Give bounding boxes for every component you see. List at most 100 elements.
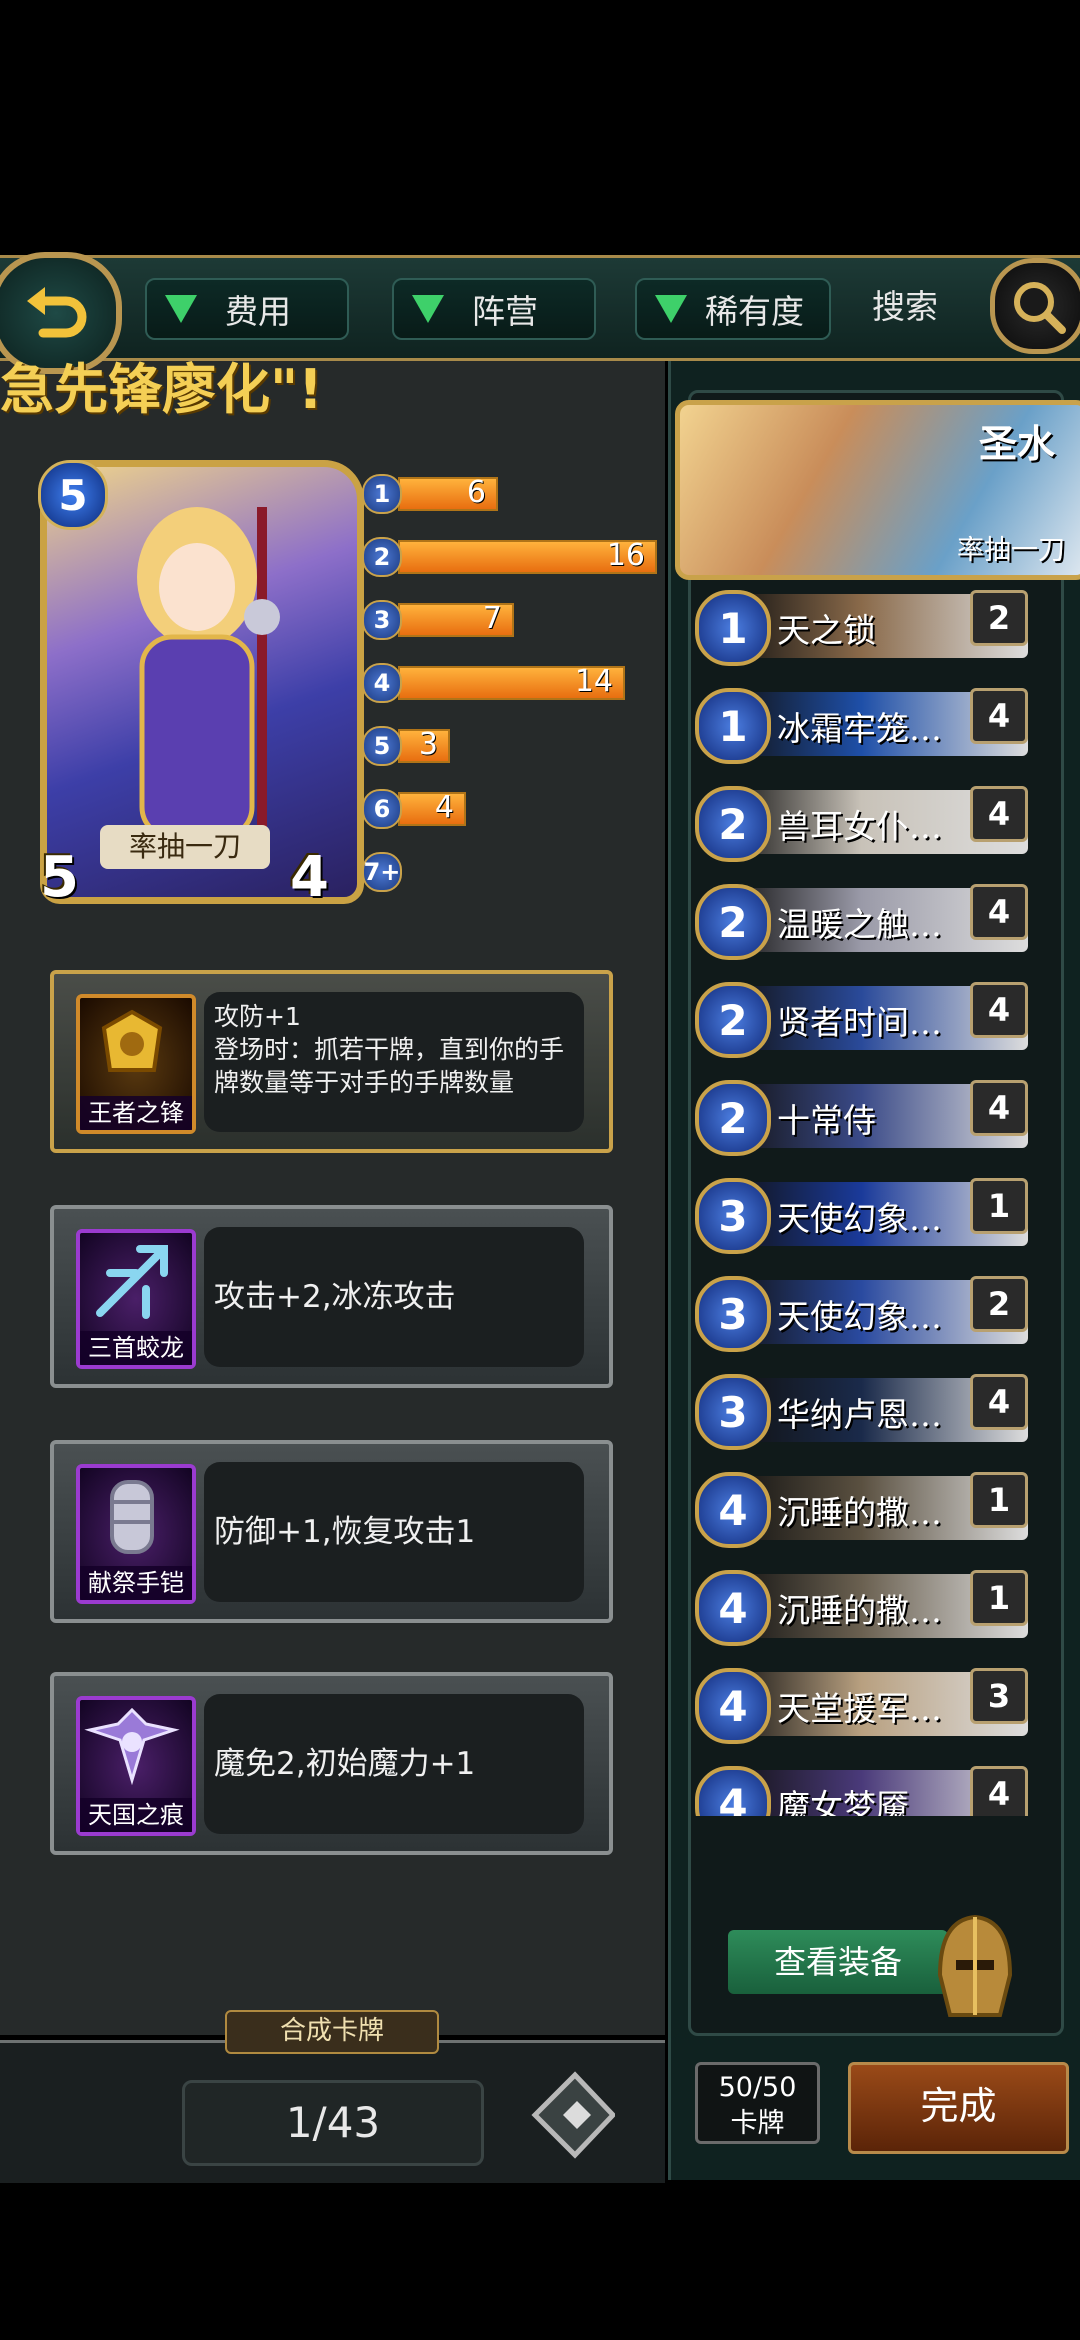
deck-card-cost: 1 <box>695 688 771 764</box>
deck-card-cost: 3 <box>695 1178 771 1254</box>
equipment-name: 天国之痕 <box>80 1798 192 1832</box>
equipment-slot-4[interactable]: 天国之痕 魔免2,初始魔力+1 <box>50 1672 613 1855</box>
cost-curve-count-label: 16 <box>606 538 645 573</box>
cost-curve-cost-label: 1 <box>362 474 402 514</box>
deck-card-count: 4 <box>970 688 1028 744</box>
compose-cards-tab[interactable]: 合成卡牌 <box>225 2010 439 2054</box>
cost-curve-cost-label: 2 <box>362 537 402 577</box>
hero-name-label: 率抽一刀 <box>100 825 270 869</box>
deck-card-count: 1 <box>970 1570 1028 1626</box>
deck-card-row[interactable]: 3 天使幻象… 2 <box>695 1276 1028 1352</box>
cost-curve-cost-label: 3 <box>362 600 402 640</box>
deck-card-count: 4 <box>970 884 1028 940</box>
deck-card-row[interactable]: 4 沉睡的撒… 1 <box>695 1570 1028 1646</box>
equipment-slot-1[interactable]: 王者之锋 攻防+1 登场时：抓若干牌，直到你的手牌数量等于对手的手牌数量 <box>50 970 613 1153</box>
deck-card-count: 1 <box>970 1472 1028 1528</box>
cost-curve-row: 64 <box>362 789 466 829</box>
next-page-button[interactable] <box>525 2065 617 2165</box>
deck-hero-title: 圣水 <box>978 421 1055 466</box>
page-indicator: 1/43 <box>182 2080 484 2166</box>
deck-card-cost: 3 <box>695 1276 771 1352</box>
filter-faction-label: 阵营 <box>472 292 538 331</box>
cost-curve-bar: 3 <box>398 727 450 763</box>
deck-card-row[interactable]: 1 天之锁 2 <box>695 590 1028 666</box>
deck-card-row[interactable]: 3 天使幻象… 1 <box>695 1178 1028 1254</box>
deck-size-count: 50/50 <box>718 2072 797 2103</box>
search-label: 搜索 <box>872 287 938 326</box>
deck-card-row[interactable]: 2 十常侍 4 <box>695 1080 1028 1156</box>
deck-card-row[interactable]: 2 贤者时间… 4 <box>695 982 1028 1058</box>
deck-card-row[interactable]: 1 冰霜牢笼… 4 <box>695 688 1028 764</box>
cost-curve-row: 7+ <box>362 852 402 892</box>
filter-cost-button[interactable]: 费用 <box>145 278 349 340</box>
deck-card-cost: 1 <box>695 590 771 666</box>
equipment-slot-2[interactable]: 三首蛟龙 攻击+2,冰冻攻击 <box>50 1205 613 1388</box>
cost-curve-cost-label: 4 <box>362 663 402 703</box>
deck-card-count: 4 <box>970 786 1028 842</box>
deck-size-unit: 卡牌 <box>730 2108 785 2139</box>
deck-hero-banner[interactable]: 圣水 率抽一刀 <box>675 400 1080 580</box>
deck-card-name: 温暖之触… <box>777 905 942 944</box>
cost-curve-row: 37 <box>362 600 514 640</box>
deck-card-row[interactable]: 4 魔女梦魇 4 <box>695 1766 1028 1816</box>
deck-card-count: 4 <box>970 1766 1028 1816</box>
deck-card-count: 3 <box>970 1668 1028 1724</box>
deck-card-cost: 4 <box>695 1668 771 1744</box>
cost-curve-bar: 14 <box>398 664 625 700</box>
equipment-description: 魔免2,初始魔力+1 <box>204 1694 584 1834</box>
deck-card-row[interactable]: 4 沉睡的撒… 1 <box>695 1472 1028 1548</box>
cost-curve-bar: 4 <box>398 790 466 826</box>
view-equipment-button[interactable]: 查看装备 <box>728 1930 948 1994</box>
cost-curve-count-label: 6 <box>466 475 486 510</box>
deck-card-name: 天使幻象… <box>777 1199 942 1238</box>
deck-card-cost: 2 <box>695 884 771 960</box>
equipment-description: 攻击+2,冰冻攻击 <box>204 1227 584 1367</box>
cost-curve-cost-label: 7+ <box>362 852 402 892</box>
equipment-name: 王者之锋 <box>80 1096 192 1130</box>
deck-card-cost: 2 <box>695 1080 771 1156</box>
deck-card-count: 4 <box>970 1080 1028 1136</box>
wing-emblem-icon: 天国之痕 <box>76 1696 196 1836</box>
deck-card-cost: 2 <box>695 786 771 862</box>
deck-card-name: 华纳卢恩… <box>777 1395 942 1434</box>
deck-card-row[interactable]: 4 天堂援军… 3 <box>695 1668 1028 1744</box>
deck-hero-subtitle: 率抽一刀 <box>957 535 1065 566</box>
filter-rarity-label: 稀有度 <box>705 292 804 331</box>
equipment-description: 防御+1,恢复攻击1 <box>204 1462 584 1602</box>
deck-card-name: 沉睡的撒… <box>777 1591 942 1630</box>
cost-curve-count-label: 7 <box>482 601 502 636</box>
deck-card-row[interactable]: 3 华纳卢恩… 4 <box>695 1374 1028 1450</box>
search-button[interactable] <box>990 258 1080 354</box>
deck-card-cost: 4 <box>695 1570 771 1646</box>
cost-curve-bar: 6 <box>398 475 498 511</box>
deck-card-name: 冰霜牢笼… <box>777 709 942 748</box>
hero-attack-value: 5 <box>40 845 79 910</box>
equipment-name: 献祭手铠 <box>80 1566 192 1600</box>
hero-health-value: 4 <box>290 845 329 910</box>
done-button[interactable]: 完成 <box>848 2062 1069 2154</box>
deck-card-row[interactable]: 2 兽耳女仆… 4 <box>695 786 1028 862</box>
deck-card-cost: 2 <box>695 982 771 1058</box>
cost-curve-count-label: 14 <box>574 664 613 699</box>
equipment-description: 攻防+1 登场时：抓若干牌，直到你的手牌数量等于对手的手牌数量 <box>204 992 584 1132</box>
magnifier-icon <box>1014 282 1066 334</box>
dropdown-triangle-icon <box>165 295 197 323</box>
knight-portrait-icon <box>137 507 280 847</box>
deck-card-row[interactable]: 2 温暖之触… 4 <box>695 884 1028 960</box>
cost-curve-count-label: 3 <box>418 727 438 762</box>
deck-card-name: 天使幻象… <box>777 1297 942 1336</box>
equipment-slot-3[interactable]: 献祭手铠 防御+1,恢复攻击1 <box>50 1440 613 1623</box>
filter-rarity-button[interactable]: 稀有度 <box>635 278 831 340</box>
deck-card-count: 2 <box>970 1276 1028 1332</box>
cost-curve-row: 16 <box>362 474 498 514</box>
lion-crown-icon: 王者之锋 <box>76 994 196 1134</box>
deck-size-indicator: 50/50 卡牌 <box>695 2062 820 2144</box>
gauntlet-icon: 献祭手铠 <box>76 1464 196 1604</box>
filter-faction-button[interactable]: 阵营 <box>392 278 596 340</box>
trident-icon: 三首蛟龙 <box>76 1229 196 1369</box>
cost-curve-cost-label: 5 <box>362 726 402 766</box>
deck-card-name: 沉睡的撒… <box>777 1493 942 1532</box>
dropdown-triangle-icon <box>655 295 687 323</box>
cost-curve-row: 4 14 <box>362 663 625 703</box>
deck-card-count: 2 <box>970 590 1028 646</box>
